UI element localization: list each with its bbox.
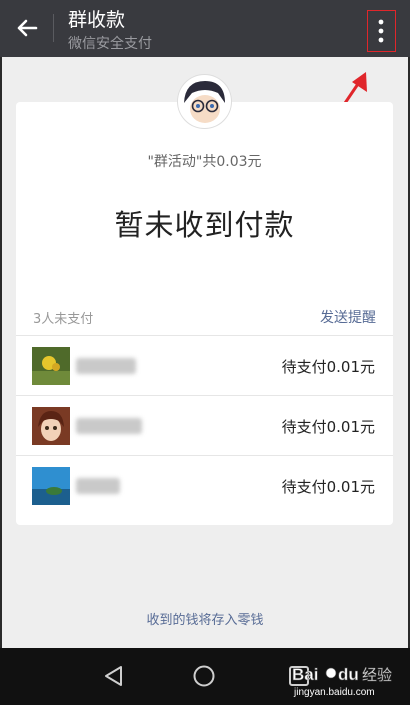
balance-note: 收到的钱将存入零钱 [146, 613, 264, 628]
page-subtitle: 微信安全支付 [68, 36, 152, 52]
triangle-back-icon [105, 666, 122, 686]
avatar [32, 407, 70, 445]
pending-amount: 待支付0.01元 [281, 358, 375, 376]
avatar [32, 347, 70, 385]
ocean-avatar-icon [32, 467, 70, 505]
header-divider [53, 14, 54, 42]
svg-text:Bai: Bai [292, 665, 318, 684]
svg-text:jingyan.baidu.com: jingyan.baidu.com [293, 687, 375, 698]
arrow-left-icon [17, 19, 38, 37]
nav-home-button[interactable] [190, 662, 218, 690]
baidu-jingyan-logo: Bai du 经验 jingyan.baidu.com [292, 665, 393, 698]
nav-back-button[interactable] [100, 662, 128, 690]
screen-frame-left [0, 0, 2, 648]
member-row[interactable]: 待支付0.01元 [16, 336, 393, 396]
organizer-avatar [178, 75, 231, 128]
member-row[interactable]: 待支付0.01元 [16, 396, 393, 456]
pending-amount: 待支付0.01元 [281, 418, 375, 436]
member-row[interactable]: 待支付0.01元 [16, 456, 393, 516]
member-name-blurred [76, 358, 136, 374]
circle-home-icon [193, 665, 215, 687]
svg-text:经验: 经验 [362, 666, 392, 684]
member-list: 待支付0.01元 待支付0.01元 待支付0.01元 [16, 335, 393, 516]
more-vertical-icon [378, 19, 384, 43]
member-name-blurred [76, 478, 120, 494]
unpaid-count: 3人未支付 [33, 312, 94, 327]
top-bar: 群收款 微信安全支付 [0, 0, 410, 57]
member-name-blurred [76, 418, 142, 434]
back-button[interactable] [10, 10, 46, 46]
payment-status: 暂未收到付款 [114, 208, 295, 242]
avatar [32, 467, 70, 505]
cartoon-boy-avatar-icon [180, 77, 229, 126]
collection-summary: "群活动"共0.03元 [147, 154, 262, 170]
watermark: Bai du 经验 jingyan.baidu.com [290, 660, 402, 700]
send-reminder-link[interactable]: 发送提醒 [320, 307, 376, 327]
more-menu-button[interactable] [367, 10, 396, 52]
page-title: 群收款 [68, 9, 126, 31]
group-collection-card: "群活动"共0.03元 暂未收到付款 3人未支付 发送提醒 待支付0.01元 待… [16, 102, 393, 525]
svg-text:du: du [338, 665, 359, 684]
pending-amount: 待支付0.01元 [281, 478, 375, 496]
anime-girl-avatar-icon [32, 407, 70, 445]
flower-avatar-icon [32, 347, 70, 385]
